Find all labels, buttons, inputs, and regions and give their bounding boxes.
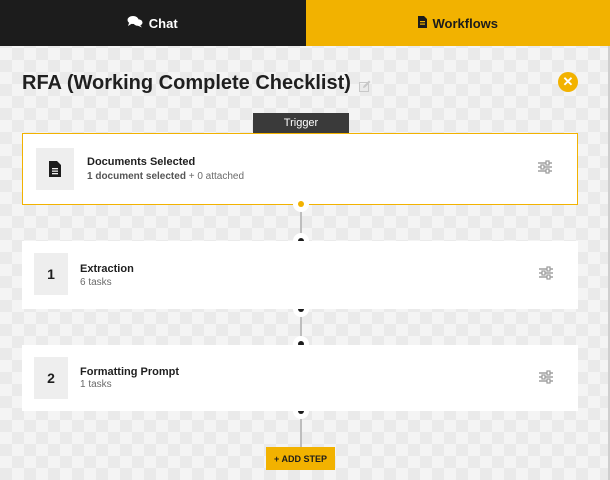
settings-icon[interactable] [537, 160, 553, 174]
page-title: RFA (Working Complete Checklist) [22, 72, 371, 95]
trigger-label: Trigger [253, 113, 349, 133]
tab-chat[interactable]: Chat [0, 0, 305, 46]
workflow-title: RFA (Working Complete Checklist) [22, 72, 351, 94]
document-count: 1 document selected [87, 171, 186, 182]
settings-icon[interactable] [538, 370, 554, 384]
step-number: 1 [34, 253, 68, 295]
step-subtitle: 1 tasks [80, 379, 112, 390]
edit-icon[interactable] [358, 80, 371, 92]
tab-workflows[interactable]: Workflows [304, 0, 610, 46]
document-icon [417, 15, 427, 31]
settings-icon[interactable] [538, 266, 554, 280]
step-title: Extraction [80, 263, 134, 275]
step-number: 2 [34, 357, 68, 399]
close-icon: ✕ [562, 74, 574, 89]
step-card[interactable]: 1 Extraction 6 tasks [22, 241, 578, 309]
file-icon [36, 148, 74, 190]
close-button[interactable]: ✕ [558, 72, 578, 92]
trigger-title: Documents Selected [87, 156, 196, 168]
tab-bar: Chat Workflows [0, 0, 610, 46]
connector-dot[interactable] [293, 196, 309, 212]
tab-workflows-label: Workflows [432, 15, 499, 31]
add-step-button[interactable]: + ADD STEP [266, 447, 335, 470]
step-title: Formatting Prompt [80, 366, 179, 378]
step-card[interactable]: 2 Formatting Prompt 1 tasks [22, 345, 578, 411]
step-subtitle: 6 tasks [80, 277, 112, 288]
attached-count: + 0 attached [188, 171, 245, 182]
chat-icon [127, 15, 143, 31]
trigger-card[interactable]: Documents Selected 1 document selected +… [22, 133, 578, 205]
tab-chat-label: Chat [148, 15, 178, 31]
trigger-subtitle: 1 document selected + 0 attached [87, 171, 244, 182]
